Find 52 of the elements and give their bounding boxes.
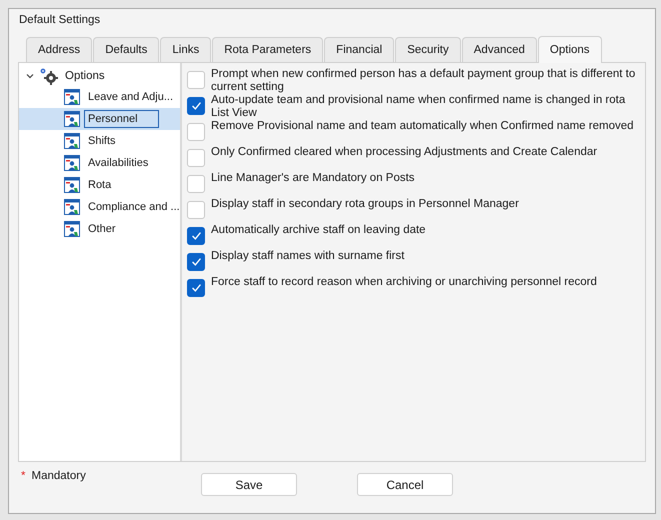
tab[interactable]: Rota Parameters (212, 37, 324, 62)
tree-item[interactable]: Availabilities (19, 152, 180, 174)
option-label: Only Confirmed cleared when processing Adjustments and Create Calendar (211, 146, 598, 159)
option-label: Auto-update team and provisional name when confirmed name is changed in rota List View (211, 94, 626, 120)
tab[interactable]: Security (395, 37, 461, 62)
gears-icon (39, 67, 59, 85)
option-label: Force staff to record reason when archiving or unarchiving personnel record (211, 276, 597, 289)
checkbox[interactable] (187, 279, 205, 297)
required-mark: * (21, 470, 26, 482)
tree-item[interactable]: Shifts (19, 130, 180, 152)
option-label: Prompt when new confirmed person has a default payment group that is different to current setting (211, 68, 636, 94)
person-form-icon (64, 111, 80, 127)
tree-item[interactable]: Personnel (19, 108, 180, 130)
checkbox[interactable] (187, 97, 205, 115)
checkbox[interactable] (187, 123, 205, 141)
tab[interactable]: Financial (324, 37, 394, 62)
person-form-icon (64, 199, 80, 215)
cancel-button[interactable]: Cancel (357, 473, 453, 496)
checkmark-icon (192, 258, 200, 266)
checkmark-icon (192, 102, 200, 110)
chevron-down-icon[interactable] (25, 71, 35, 81)
person-form-icon (64, 133, 80, 149)
tree-item-label[interactable]: Options (65, 70, 105, 82)
tree-item[interactable]: Rota (19, 174, 180, 196)
checkbox[interactable] (187, 227, 205, 245)
tab[interactable]: Links (160, 37, 212, 62)
checkbox[interactable] (187, 201, 205, 219)
person-form-icon (64, 89, 80, 105)
tree-item[interactable]: Other (19, 218, 180, 240)
tab[interactable]: Advanced (462, 37, 537, 62)
window-title: Default Settings (18, 13, 102, 28)
person-form-icon (64, 221, 80, 237)
tab[interactable]: Defaults (93, 37, 160, 62)
option-label: Remove Provisional name and team automatically when Confirmed name removed (211, 120, 634, 133)
mandatory-note: Mandatory (31, 470, 86, 482)
checkbox[interactable] (187, 253, 205, 271)
option-label: Display staff in secondary rota groups in Personnel Manager (211, 198, 519, 211)
checkmark-icon (192, 232, 200, 240)
person-form-icon (64, 155, 80, 171)
option-label: Display staff names with surname first (211, 250, 404, 263)
tree-item[interactable]: Compliance and ... (19, 196, 180, 218)
checkbox[interactable] (187, 175, 205, 193)
option-label: Line Manager's are Mandatory on Posts (211, 172, 415, 185)
option-label: Automatically archive staff on leaving date (211, 224, 426, 237)
person-form-icon (64, 177, 80, 193)
checkbox[interactable] (187, 71, 205, 89)
tab[interactable]: Options (538, 36, 602, 63)
checkmark-icon (192, 284, 200, 292)
tab[interactable]: Address (26, 37, 92, 62)
save-button[interactable]: Save (201, 473, 297, 496)
tree-item[interactable]: Leave and Adju... (19, 86, 180, 108)
checkbox[interactable] (187, 149, 205, 167)
